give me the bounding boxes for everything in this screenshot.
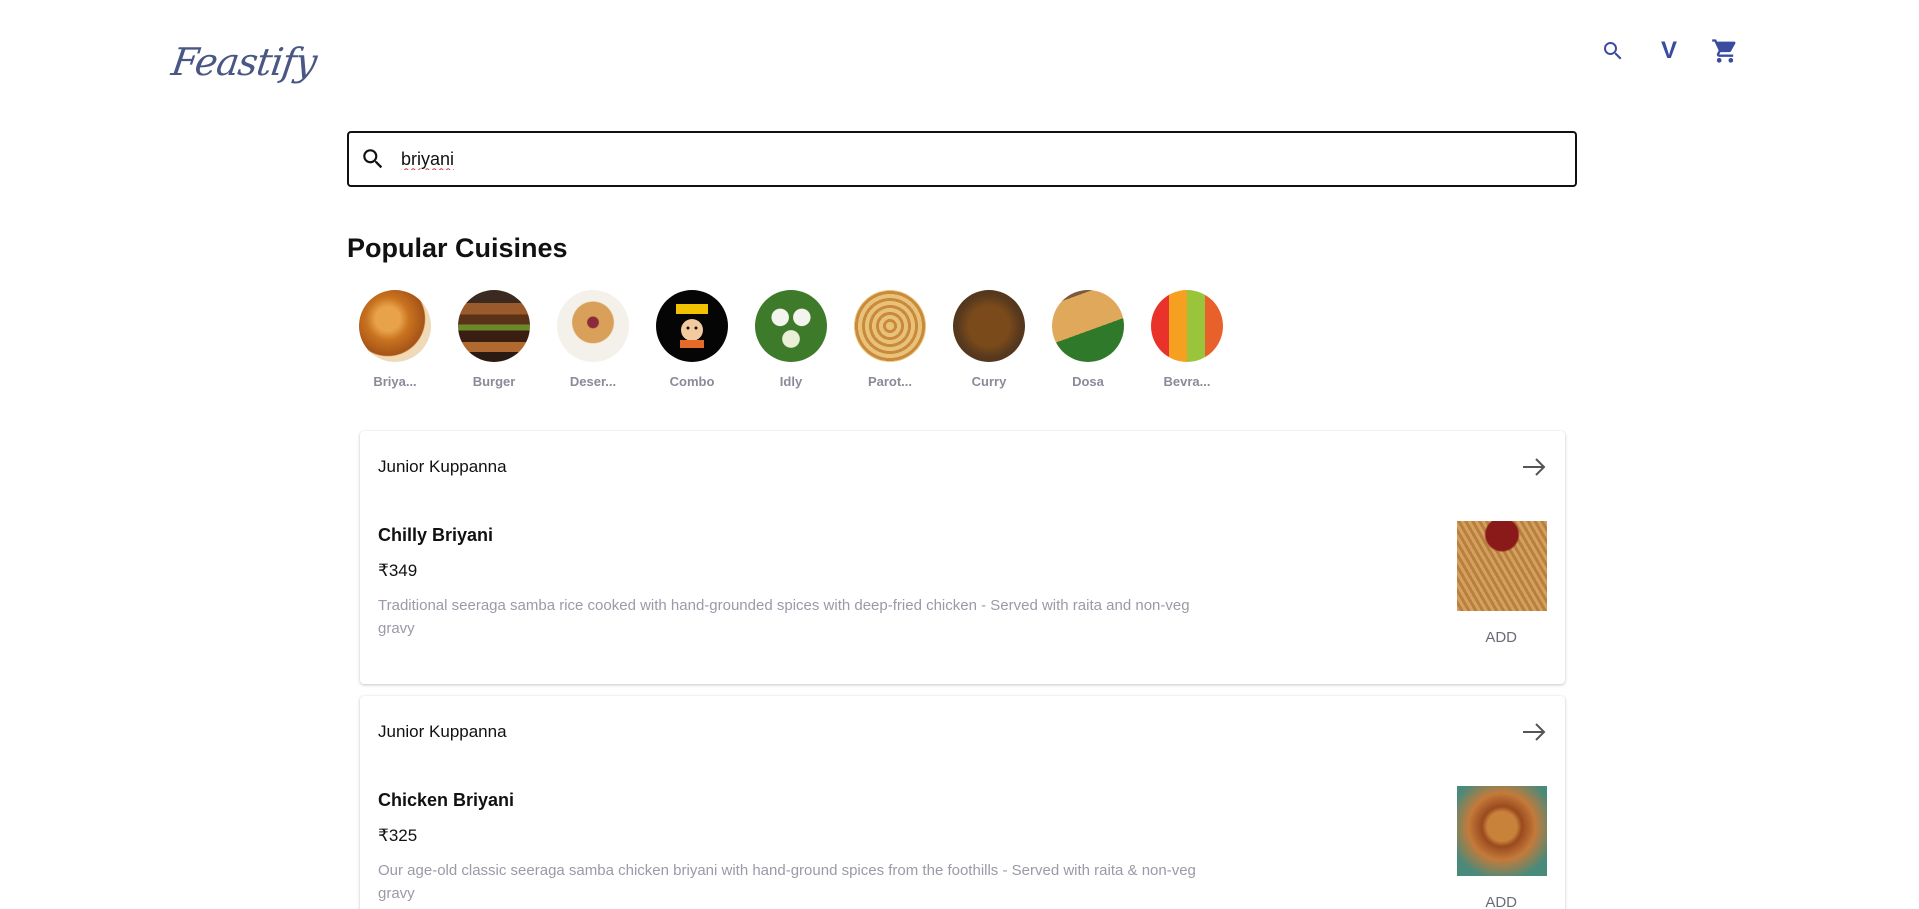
- cuisine-label: Parot...: [867, 374, 913, 389]
- search-input[interactable]: [401, 148, 1501, 170]
- cuisine-item-desserts[interactable]: Deser...: [557, 290, 629, 389]
- add-button[interactable]: ADD: [1485, 629, 1517, 646]
- cuisine-label: Combo: [669, 374, 715, 389]
- combo-icon: [676, 304, 708, 348]
- popular-cuisines-title: Popular Cuisines: [347, 233, 568, 263]
- search-icon: [359, 145, 387, 173]
- cuisine-label: Burger: [472, 374, 516, 389]
- search-icon: [1604, 42, 1622, 60]
- user-avatar-button[interactable]: V: [1654, 36, 1684, 66]
- cuisine-item-briyani[interactable]: Briya...: [359, 290, 431, 389]
- cuisine-label: Dosa: [1072, 374, 1104, 389]
- cuisine-image: [359, 290, 431, 362]
- cuisine-item-idly[interactable]: Idly: [755, 290, 827, 389]
- header-actions: V: [1598, 36, 1740, 66]
- add-button[interactable]: ADD: [1485, 894, 1517, 909]
- cuisine-image: [1052, 290, 1124, 362]
- dish-card: Junior Kuppanna Chicken Briyani ₹325 Our…: [360, 696, 1565, 909]
- cuisine-label: Briya...: [373, 374, 417, 389]
- cuisine-image: [854, 290, 926, 362]
- page: Feastify V Popular Cuisines Briya..: [0, 0, 1919, 909]
- dish-price: ₹325: [378, 826, 418, 845]
- cuisine-label: Deser...: [569, 374, 617, 389]
- restaurant-name[interactable]: Junior Kuppanna: [378, 722, 507, 742]
- cuisine-item-combo[interactable]: Combo: [656, 290, 728, 389]
- restaurant-name[interactable]: Junior Kuppanna: [378, 457, 507, 477]
- cuisine-item-curry[interactable]: Curry: [953, 290, 1025, 389]
- dish-name: Chicken Briyani: [378, 790, 515, 810]
- cuisine-label: Idly: [779, 374, 803, 389]
- dish-description: Our age-old classic seeraga samba chicke…: [378, 862, 1196, 902]
- arrow-right-icon[interactable]: [1521, 720, 1547, 744]
- dish-description: Traditional seeraga samba rice cooked wi…: [378, 597, 1190, 637]
- dish-price: ₹349: [378, 561, 418, 580]
- cuisine-item-dosa[interactable]: Dosa: [1052, 290, 1124, 389]
- cuisine-label: Curry: [971, 374, 1007, 389]
- cuisine-image: [656, 290, 728, 362]
- cuisine-image: [755, 290, 827, 362]
- arrow-right-icon[interactable]: [1521, 455, 1547, 479]
- cart-button[interactable]: [1710, 36, 1740, 66]
- cuisine-item-parotta[interactable]: Parot...: [854, 290, 926, 389]
- cuisine-label: Bevra...: [1163, 374, 1211, 389]
- user-initial: V: [1660, 37, 1677, 64]
- search-box: [347, 131, 1577, 187]
- cuisine-image: [458, 290, 530, 362]
- logo[interactable]: Feastify: [169, 40, 319, 84]
- header-search-button[interactable]: [1598, 36, 1628, 66]
- cuisine-list: Briya... Burger Deser... Combo Idly Paro…: [359, 290, 1223, 389]
- cuisine-image: [953, 290, 1025, 362]
- cuisine-image: [1151, 290, 1223, 362]
- cuisine-image: [557, 290, 629, 362]
- cuisine-item-beverages[interactable]: Bevra...: [1151, 290, 1223, 389]
- cuisine-item-burger[interactable]: Burger: [458, 290, 530, 389]
- dish-image: [1457, 521, 1547, 611]
- dish-name: Chilly Briyani: [378, 525, 494, 545]
- dish-card: Junior Kuppanna Chilly Briyani ₹349 Trad…: [360, 431, 1565, 684]
- dish-image: [1457, 786, 1547, 876]
- cart-icon: [1712, 39, 1736, 63]
